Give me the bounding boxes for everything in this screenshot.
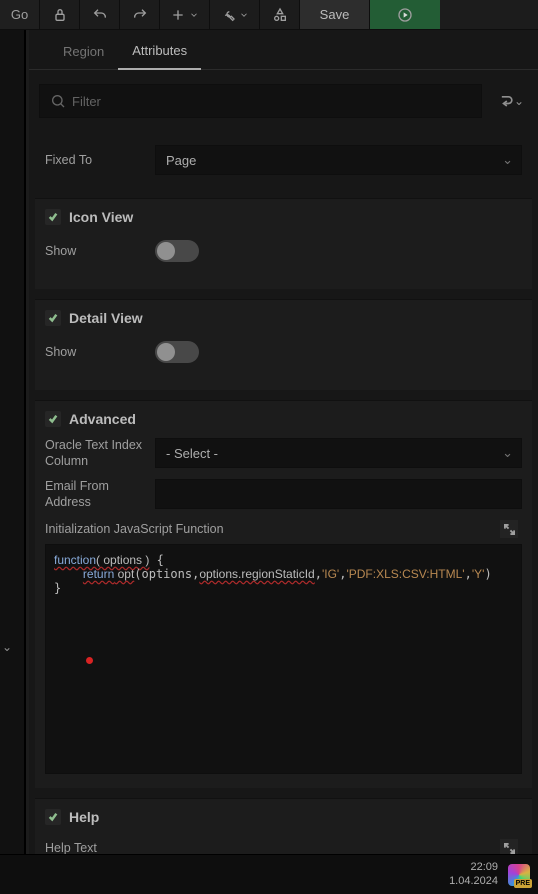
help-header[interactable]: Help	[45, 809, 522, 825]
detail-view-show-row: Show	[45, 336, 522, 368]
windows-taskbar: 22:09 1.04.2024 PRE	[0, 854, 538, 894]
fixed-to-select[interactable]: Page ⌄	[155, 145, 522, 175]
redo-button[interactable]	[120, 0, 160, 29]
icon-view-show-row: Show	[45, 235, 522, 267]
email-from-input[interactable]	[155, 479, 522, 509]
lock-icon	[52, 7, 68, 23]
left-rail: ⌄	[0, 30, 25, 854]
group-toggle-checkbox[interactable]	[45, 809, 61, 825]
filter-input[interactable]	[72, 94, 471, 109]
email-from-label: Email From Address	[45, 478, 145, 511]
oracle-text-select[interactable]: - Select - ⌄	[155, 438, 522, 468]
oracle-text-row: Oracle Text Index Column - Select - ⌄	[45, 437, 522, 470]
taskbar-clock[interactable]: 22:09 1.04.2024	[449, 861, 498, 887]
oracle-text-value: - Select -	[166, 446, 218, 461]
shared-components-button[interactable]	[260, 0, 300, 29]
undo-icon	[92, 7, 108, 23]
expand-code-button[interactable]	[500, 520, 518, 538]
plus-icon	[170, 7, 186, 23]
expand-icon	[504, 524, 515, 535]
detail-view-header[interactable]: Detail View	[45, 310, 522, 326]
advanced-group: Advanced Oracle Text Index Column - Sele…	[35, 400, 532, 788]
detail-view-group: Detail View Show	[35, 299, 532, 390]
filter-row: ⌄	[29, 70, 538, 130]
init-js-label: Initialization JavaScript Function	[45, 522, 224, 536]
email-from-row: Email From Address	[45, 478, 522, 511]
taskbar-date: 1.04.2024	[449, 875, 498, 888]
shapes-icon	[272, 7, 288, 23]
redo-icon	[132, 7, 148, 23]
detail-view-show-label: Show	[45, 344, 145, 360]
icon-view-title: Icon View	[69, 209, 133, 225]
fixed-to-label: Fixed To	[45, 152, 145, 168]
property-tabs: Region Attributes	[29, 30, 538, 70]
top-toolbar: Go Save	[0, 0, 538, 30]
filter-menu-button[interactable]: ⌄	[492, 91, 528, 111]
property-panel: Region Attributes ⌄ Fixed To Page ⌄	[25, 30, 538, 854]
wrench-icon	[220, 7, 236, 23]
oracle-text-label: Oracle Text Index Column	[45, 437, 145, 470]
chevron-down-icon	[239, 10, 249, 20]
icon-view-group: Icon View Show	[35, 198, 532, 289]
play-icon	[397, 7, 413, 23]
copilot-icon: PRE	[508, 864, 530, 886]
tab-region[interactable]: Region	[49, 34, 118, 69]
tab-attributes[interactable]: Attributes	[118, 33, 201, 70]
undo-button[interactable]	[80, 0, 120, 29]
help-title: Help	[69, 809, 99, 825]
loop-down-icon	[496, 91, 516, 111]
chevron-down-icon: ⌄	[502, 445, 513, 461]
detail-view-title: Detail View	[69, 310, 143, 326]
chevron-down-icon: ⌄	[502, 152, 513, 168]
help-text-label: Help Text	[45, 841, 97, 854]
filter-box[interactable]	[39, 84, 482, 118]
cursor-marker	[86, 657, 93, 664]
save-button[interactable]: Save	[300, 0, 370, 29]
icon-view-show-label: Show	[45, 243, 145, 259]
tray-copilot-icon[interactable]: PRE	[508, 864, 530, 886]
search-icon	[50, 93, 66, 109]
icon-view-header[interactable]: Icon View	[45, 209, 522, 225]
icon-view-show-toggle[interactable]	[155, 240, 199, 262]
init-js-label-row: Initialization JavaScript Function	[45, 520, 522, 538]
tools-menu-button[interactable]	[210, 0, 260, 29]
help-text-row: Help Text	[45, 835, 522, 854]
advanced-header[interactable]: Advanced	[45, 411, 522, 427]
advanced-title: Advanced	[69, 411, 136, 427]
lock-button[interactable]	[40, 0, 80, 29]
run-button[interactable]	[370, 0, 440, 29]
add-menu-button[interactable]	[160, 0, 210, 29]
init-js-code-editor[interactable]: function( options ) { return opt(options…	[45, 544, 522, 774]
help-group: Help Help Text	[35, 798, 532, 854]
chevron-down-icon[interactable]: ⌄	[2, 640, 12, 654]
group-toggle-checkbox[interactable]	[45, 310, 61, 326]
group-toggle-checkbox[interactable]	[45, 209, 61, 225]
taskbar-time: 22:09	[449, 861, 498, 874]
chevron-down-icon	[189, 10, 199, 20]
fixed-to-value: Page	[166, 153, 196, 168]
detail-view-show-toggle[interactable]	[155, 341, 199, 363]
expand-help-button[interactable]	[500, 839, 518, 854]
go-button[interactable]: Go	[0, 0, 40, 29]
fixed-to-row: Fixed To Page ⌄	[45, 144, 522, 176]
group-toggle-checkbox[interactable]	[45, 411, 61, 427]
expand-icon	[504, 843, 515, 854]
